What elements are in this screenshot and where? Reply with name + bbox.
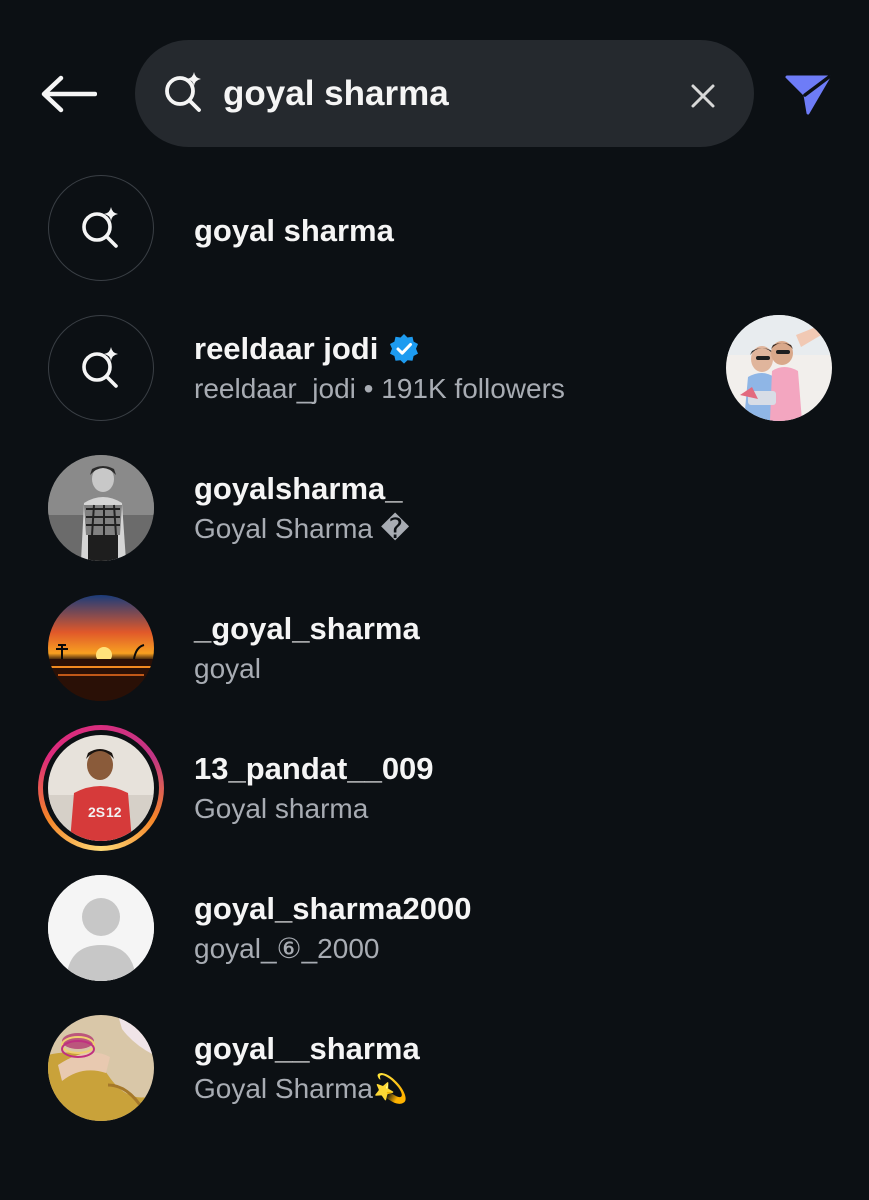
verified-badge-icon [390,334,419,364]
default-avatar-icon [48,875,154,981]
account-result-row[interactable]: _goyal_sharma goyal [0,595,869,735]
result-title: 13_pandat__009 [194,751,434,786]
clear-search-button[interactable] [683,76,723,116]
user-avatar [48,455,154,561]
close-icon [691,84,715,108]
result-subtitle: reeldaar_jodi • 191K followers [194,373,565,404]
result-title: goyal_sharma2000 [194,891,472,926]
result-subtitle: Goyal sharma [194,793,369,824]
result-title: goyal sharma [194,213,394,248]
user-avatar [48,1015,154,1121]
result-title: _goyal_sharma [194,611,420,646]
result-subtitle: goyal [194,653,261,684]
result-subtitle: goyal_⑥_2000 [194,933,380,964]
svg-text:2S: 2S [88,804,105,820]
sparkle-search-icon [82,207,118,248]
user-avatar [48,595,154,701]
search-header [0,0,869,190]
search-input[interactable] [223,66,663,122]
story-ring[interactable]: 2S 12 [38,725,164,851]
keyword-avatar [48,175,154,281]
direct-send-icon [785,75,831,115]
search-bar[interactable] [135,40,754,147]
account-result-row[interactable]: goyal__sharma Goyal Sharma💫 [0,1015,869,1155]
arrow-left-icon [41,75,97,113]
result-subtitle: Goyal Sharma💫 [194,1073,408,1104]
result-subtitle: Goyal Sharma � [194,513,410,544]
result-title-line: reeldaar jodi [194,329,709,369]
keyword-suggestion-row[interactable]: reeldaar jodi reeldaar_jodi • 191K follo… [0,315,869,455]
account-result-row[interactable]: goyal_sharma2000 goyal_⑥_2000 [0,875,869,1015]
account-result-row[interactable]: 2S 12 13_pandat__009 Goyal sharma [0,725,869,875]
sparkle-search-icon [82,347,118,388]
back-button[interactable] [36,66,100,122]
svg-text:12: 12 [106,804,122,820]
keyword-avatar [48,315,154,421]
result-title: reeldaar jodi [194,331,379,366]
direct-messages-button[interactable] [780,66,836,122]
sparkle-search-icon [161,70,207,116]
couple-photo-thumbnail [726,315,832,421]
keyword-suggestion-row[interactable]: goyal sharma [0,175,869,315]
account-result-row[interactable]: goyalsharma_ Goyal Sharma � [0,455,869,595]
result-title: goyalsharma_ [194,471,403,506]
result-title: goyal__sharma [194,1031,420,1066]
user-avatar: 2S 12 [48,735,154,841]
